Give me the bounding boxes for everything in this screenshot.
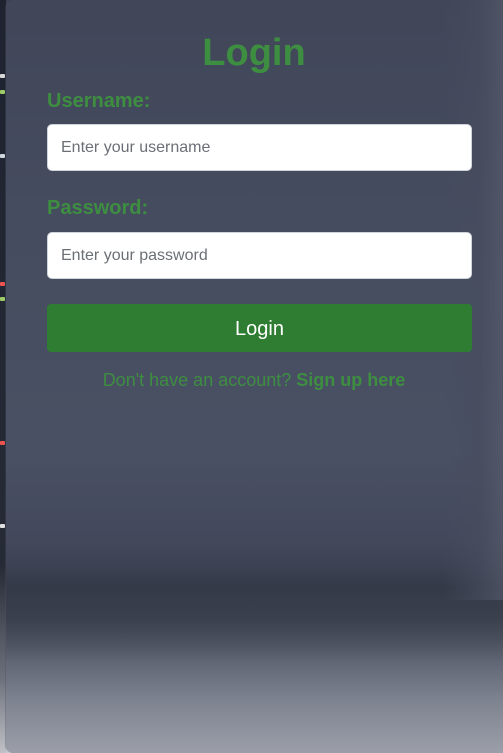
- username-label: Username:: [47, 90, 151, 112]
- signup-prompt: Don't have an account? Sign up here: [5, 369, 503, 391]
- login-panel: Login Username: Password: Login Don't ha…: [5, 0, 503, 753]
- username-input[interactable]: [47, 124, 472, 171]
- signup-link[interactable]: Sign up here: [296, 370, 405, 390]
- login-button[interactable]: Login: [47, 304, 472, 352]
- password-label: Password:: [47, 197, 149, 219]
- password-input[interactable]: [47, 232, 472, 279]
- login-title: Login: [202, 32, 306, 74]
- signup-prompt-text: Don't have an account?: [102, 370, 292, 390]
